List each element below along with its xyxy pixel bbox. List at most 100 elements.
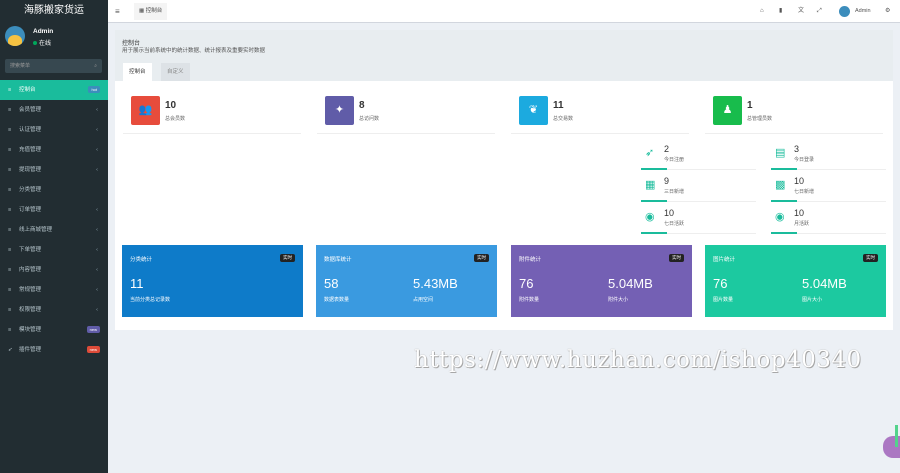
sidebar-item-label: 会员管理 (19, 107, 42, 113)
card-badge: 实时 (280, 254, 295, 262)
app-logo[interactable]: 海豚搬家货运 (0, 0, 108, 22)
settings-icon[interactable]: ⚙ (885, 0, 890, 23)
floating-widget[interactable] (883, 425, 900, 458)
card-title: 分类统计 (130, 257, 153, 263)
mini-stat: ◉ 10 月活跃 (771, 206, 886, 234)
home-icon[interactable]: ⌂ (760, 0, 764, 23)
mini-stat: ▤ 3 今日登录 (771, 142, 886, 170)
stat-label: 总访问数 (359, 116, 380, 122)
sidebar-item[interactable]: ≡ 下单管理 ‹ (0, 240, 108, 260)
mini-stat: ◉ 10 七日活跃 (641, 206, 756, 234)
tab-custom[interactable]: 自定义 (161, 63, 190, 81)
sidebar-item[interactable]: ➶ 插件管理 new (0, 340, 108, 360)
sidebar-item[interactable]: ≡ 分类管理 (0, 180, 108, 200)
menu-item-icon: ≡ (8, 107, 12, 113)
summary-card: 附件统计 实时 76 附件数量 5.04MB 附件大小 (511, 245, 692, 317)
sidebar-item[interactable]: ≡ 会员管理 ‹ (0, 100, 108, 120)
sidebar-item-label: 订单管理 (19, 207, 42, 213)
chevron-left-icon: ‹ (96, 287, 98, 293)
sidebar-menu: ≡ 控制台 hot ≡ 会员管理 ‹ ≡ 认证管理 ‹ ≡ 充值管理 ‹ ≡ 提现管理 ‹ ≡ 分类管理 ≡ 订单管… (0, 80, 108, 360)
panel-description: 用于展示当前系统中的统计数据、统计报表及重要实时数据 (122, 48, 266, 54)
chevron-left-icon: ‹ (96, 267, 98, 273)
card-title: 数据库统计 (324, 257, 352, 263)
mini-stat-value: 10 (794, 208, 805, 218)
mini-stat-underline (641, 200, 667, 202)
sidebar-item[interactable]: ≡ 充值管理 ‹ (0, 140, 108, 160)
sidebar-item[interactable]: ≡ 订单管理 ‹ (0, 200, 108, 220)
card-title: 附件统计 (519, 257, 542, 263)
menu-item-icon: ≡ (8, 87, 12, 93)
stat-label: 总交易数 (553, 116, 574, 122)
summary-card: 分类统计 实时 11 当前分类总记录数 (122, 245, 303, 317)
sidebar-item-label: 提现管理 (19, 167, 42, 173)
card-badge: 实时 (669, 254, 684, 262)
mini-stat-value: 9 (664, 176, 670, 186)
online-dot-icon (33, 41, 37, 45)
watermark: https://www.huzhan.com/ishop40340 (414, 347, 862, 373)
card-label-primary: 当前分类总记录数 (130, 297, 171, 303)
stat-label: 总会员数 (165, 116, 186, 122)
chevron-left-icon: ‹ (96, 307, 98, 313)
user-status: 在线 (33, 38, 51, 47)
sidebar-item[interactable]: ≡ 权限管理 ‹ (0, 300, 108, 320)
top-navbar: ≡ ▦ 控制台 ⌂ ▮ 文 ⤢ Admin ⚙ (108, 0, 900, 23)
card-title: 图片统计 (713, 257, 736, 263)
sidebar-item[interactable]: ≡ 模块管理 new (0, 320, 108, 340)
chevron-left-icon: ‹ (96, 247, 98, 253)
tab-dashboard-label: 控制台 (145, 8, 163, 14)
sidebar-item[interactable]: ≡ 内容管理 ‹ (0, 260, 108, 280)
card-value-primary: 11 (130, 276, 144, 291)
card-value-secondary: 5.04MB (802, 276, 847, 291)
sidebar-item[interactable]: ≡ 认证管理 ‹ (0, 120, 108, 140)
sidebar-item-label: 分类管理 (19, 187, 42, 193)
magic-icon: ✦ (325, 96, 354, 125)
navbar-avatar[interactable] (839, 6, 850, 17)
calendar-icon: ▦ (645, 179, 656, 191)
card-value-primary: 76 (519, 276, 534, 291)
chevron-left-icon: ‹ (96, 167, 98, 173)
mini-stat-label: 七日活跃 (664, 221, 685, 227)
menu-item-icon: ≡ (8, 167, 12, 173)
chevron-left-icon: ‹ (96, 227, 98, 233)
tab-console[interactable]: 控制台 (123, 63, 152, 81)
sidebar-search-input[interactable]: 搜索菜单 ⌕ (5, 59, 102, 73)
sidebar-item[interactable]: ≡ 控制台 hot (0, 80, 108, 100)
users-icon: 👥 (131, 96, 160, 125)
menu-item-icon: ≡ (8, 187, 12, 193)
sidebar-item-label: 认证管理 (19, 127, 42, 133)
menu-badge: hot (88, 86, 100, 93)
menu-item-icon: ≡ (8, 147, 12, 153)
panel-header: 控制台 用于展示当前系统中的统计数据、统计报表及重要实时数据 控制台 自定义 (115, 30, 893, 81)
calendar-plus-icon: ▩ (775, 179, 786, 191)
sidebar-item[interactable]: ≡ 线上商城管理 ‹ (0, 220, 108, 240)
rocket-icon: ➶ (645, 147, 655, 159)
trash-icon[interactable]: ▮ (779, 0, 782, 23)
card-value-secondary: 5.43MB (413, 276, 458, 291)
chevron-left-icon: ‹ (96, 107, 98, 113)
card-label-primary: 图片数量 (713, 297, 734, 303)
menu-toggle-icon[interactable]: ≡ (115, 0, 120, 23)
navbar-user-name[interactable]: Admin (855, 0, 871, 23)
vcard-icon: ▤ (775, 147, 786, 159)
stat-value: 1 (747, 100, 753, 111)
menu-item-icon: ≡ (8, 247, 12, 253)
menu-item-icon: ≡ (8, 287, 12, 293)
user-panel: Admin 在线 (0, 22, 108, 56)
mini-stat: ▩ 10 七日新增 (771, 174, 886, 202)
mini-stat-underline (641, 232, 667, 234)
sidebar-item[interactable]: ≡ 提现管理 ‹ (0, 160, 108, 180)
fullscreen-icon[interactable]: ⤢ (817, 0, 822, 23)
tab-dashboard[interactable]: ▦ 控制台 (134, 3, 168, 20)
sidebar-item-label: 下单管理 (19, 247, 42, 253)
card-label-secondary: 占用空间 (413, 297, 434, 303)
user-icon: ♟ (713, 96, 742, 125)
menu-item-icon: ≡ (8, 307, 12, 313)
search-icon[interactable]: ⌕ (94, 59, 97, 73)
card-label-primary: 附件数量 (519, 297, 540, 303)
menu-item-icon: ≡ (8, 267, 12, 273)
translate-icon[interactable]: 文 (798, 0, 804, 23)
sidebar-item[interactable]: ≡ 常规管理 ‹ (0, 280, 108, 300)
menu-badge: new (86, 326, 100, 333)
user-circle-icon: ◉ (645, 211, 655, 223)
card-badge: 实时 (474, 254, 489, 262)
